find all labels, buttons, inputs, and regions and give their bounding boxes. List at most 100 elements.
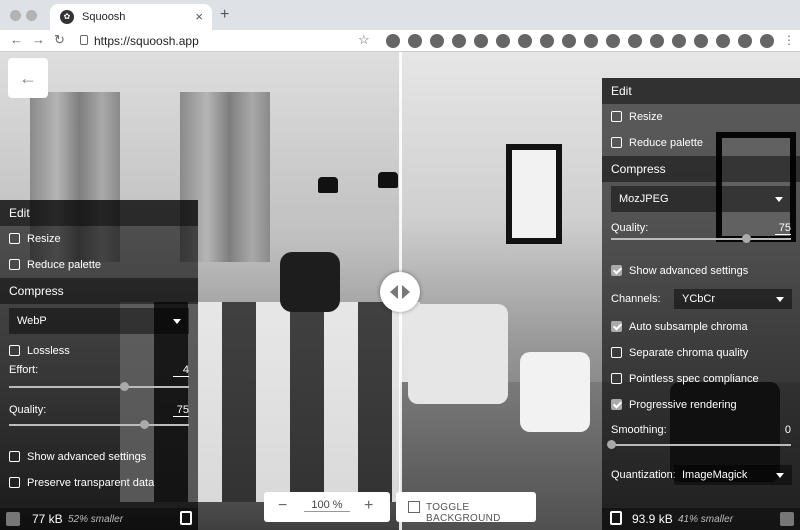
codec-select[interactable]: MozJPEG (611, 186, 791, 212)
extension-icon[interactable] (694, 34, 708, 48)
channels-value: YCbCr (682, 293, 716, 305)
progressive-option[interactable]: Progressive rendering (602, 392, 800, 418)
picture-frame-detail (506, 144, 562, 244)
show-advanced-option[interactable]: Show advanced settings (602, 258, 800, 284)
reduce-palette-checkbox[interactable] (9, 259, 20, 270)
lossless-label: Lossless (27, 345, 70, 357)
quality-slider[interactable] (611, 234, 791, 243)
quality-slider-thumb[interactable] (140, 420, 149, 429)
cushion-image-detail (520, 352, 590, 432)
reduce-palette-option[interactable]: Reduce palette (0, 252, 198, 278)
extension-icon[interactable] (584, 34, 598, 48)
smoothing-slider[interactable] (607, 440, 791, 449)
quality-slider-thumb[interactable] (742, 234, 751, 243)
resize-checkbox[interactable] (9, 233, 20, 244)
codec-value: WebP (17, 315, 47, 327)
extension-icon[interactable] (628, 34, 642, 48)
extension-icon[interactable] (474, 34, 488, 48)
reload-icon[interactable]: ↻ (54, 32, 65, 48)
extension-icon[interactable] (650, 34, 664, 48)
extension-icon[interactable] (540, 34, 554, 48)
window-close-button[interactable] (10, 10, 21, 21)
pointless-spec-checkbox[interactable] (611, 373, 622, 384)
preserve-transparent-option[interactable]: Preserve transparent data (0, 470, 198, 496)
lamp-image-detail (318, 177, 338, 193)
menu-icon[interactable]: ⋮ (782, 34, 796, 48)
size-savings: 52% smaller (68, 514, 124, 525)
left-result-bar: 77 kB 52% smaller (0, 508, 198, 530)
copy-settings-icon[interactable] (180, 511, 192, 525)
extension-icon[interactable] (430, 34, 444, 48)
show-advanced-checkbox[interactable] (611, 265, 622, 276)
progressive-checkbox[interactable] (611, 399, 622, 410)
effort-slider-thumb[interactable] (120, 382, 130, 391)
extension-icon[interactable] (606, 34, 620, 48)
new-tab-button[interactable]: + (220, 6, 229, 24)
resize-checkbox[interactable] (611, 111, 622, 122)
image-viewport[interactable]: ← Edit Resize Reduce palette Compress We… (0, 52, 800, 530)
size-savings: 41% smaller (678, 514, 734, 525)
pointless-spec-option[interactable]: Pointless spec compliance (602, 366, 800, 392)
smoothing-slider-thumb[interactable] (607, 440, 616, 449)
extension-icon[interactable] (738, 34, 752, 48)
effort-value[interactable]: 4 (173, 364, 189, 377)
close-tab-icon[interactable]: × (195, 9, 203, 24)
extension-icon[interactable] (452, 34, 466, 48)
chevron-down-icon (776, 297, 784, 302)
resize-option[interactable]: Resize (602, 104, 800, 130)
quality-label: Quality: (9, 404, 47, 416)
zoom-level-input[interactable]: 100 % (304, 499, 350, 512)
quantization-row: Quantization: ImageMagick (602, 460, 800, 490)
separate-chroma-checkbox[interactable] (611, 347, 622, 358)
extension-icon[interactable] (672, 34, 686, 48)
show-advanced-option[interactable]: Show advanced settings (0, 444, 198, 470)
compress-heading: Compress (602, 156, 800, 182)
reduce-palette-option[interactable]: Reduce palette (602, 130, 800, 156)
extension-icon[interactable] (562, 34, 576, 48)
extension-icon[interactable] (496, 34, 510, 48)
quality-slider[interactable] (9, 420, 189, 429)
extension-icon[interactable] (386, 34, 400, 48)
show-advanced-checkbox[interactable] (9, 451, 20, 462)
quality-value[interactable]: 75 (775, 222, 791, 235)
smoothing-slider-row: Smoothing: 0 (602, 418, 800, 460)
lossless-checkbox[interactable] (9, 345, 20, 356)
codec-select[interactable]: WebP (9, 308, 189, 334)
download-icon[interactable] (6, 512, 20, 526)
tab-title: Squoosh (82, 11, 126, 23)
compare-slider-handle[interactable] (380, 272, 420, 312)
address-bar[interactable]: https://squoosh.app (94, 34, 199, 48)
browser-toolbar: ← → ↻ https://squoosh.app ☆ ⋮ (0, 30, 800, 52)
channels-select[interactable]: YCbCr (674, 289, 792, 309)
download-icon[interactable] (780, 512, 794, 526)
auto-subsample-option[interactable]: Auto subsample chroma (602, 314, 800, 340)
effort-slider[interactable] (9, 382, 189, 391)
separate-chroma-option[interactable]: Separate chroma quality (602, 340, 800, 366)
browser-tab[interactable]: ✿ Squoosh × (50, 4, 212, 30)
back-button[interactable]: ← (8, 58, 48, 98)
copy-settings-icon[interactable] (610, 511, 622, 525)
toggle-background-button[interactable]: TOGGLE BACKGROUND (396, 492, 536, 524)
quality-slider-row: Quality: 75 (0, 404, 198, 444)
preserve-transparent-checkbox[interactable] (9, 477, 20, 488)
extension-icon[interactable] (408, 34, 422, 48)
window-minimize-button[interactable] (26, 10, 37, 21)
bookmark-star-icon[interactable]: ☆ (358, 32, 370, 48)
resize-option[interactable]: Resize (0, 226, 198, 252)
quantization-select[interactable]: ImageMagick (674, 465, 792, 485)
zoom-out-button[interactable]: − (278, 497, 287, 515)
back-nav-icon[interactable]: ← (10, 32, 23, 47)
lossless-option[interactable]: Lossless (0, 338, 198, 364)
smoothing-value[interactable]: 0 (775, 424, 791, 436)
quality-value[interactable]: 75 (173, 404, 189, 417)
zoom-in-button[interactable]: + (364, 497, 373, 515)
right-options-panel: Edit Resize Reduce palette Compress MozJ… (602, 78, 800, 508)
profile-avatar[interactable] (760, 34, 774, 48)
reduce-palette-checkbox[interactable] (611, 137, 622, 148)
forward-nav-icon[interactable]: → (32, 32, 45, 47)
background-toggle-icon (408, 501, 420, 513)
edit-heading: Edit (602, 78, 800, 104)
extension-icon[interactable] (518, 34, 532, 48)
auto-subsample-checkbox[interactable] (611, 321, 622, 332)
extension-icon[interactable] (716, 34, 730, 48)
